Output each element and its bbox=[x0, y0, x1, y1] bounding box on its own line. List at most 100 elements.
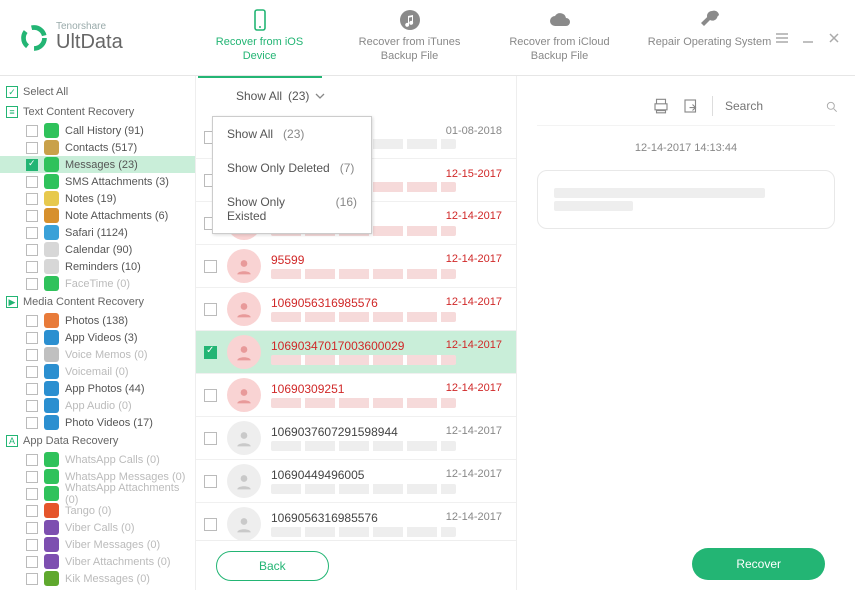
checkbox[interactable] bbox=[26, 244, 38, 256]
sidebar[interactable]: ✓Select All≡Text Content RecoveryCall Hi… bbox=[0, 76, 196, 590]
checkbox[interactable] bbox=[26, 400, 38, 412]
checkbox[interactable] bbox=[26, 573, 38, 585]
checkbox[interactable] bbox=[26, 261, 38, 273]
sidebar-item[interactable]: WhatsApp Calls (0) bbox=[0, 451, 195, 468]
checkbox[interactable] bbox=[204, 432, 217, 445]
checkbox[interactable] bbox=[26, 142, 38, 154]
tab-recover-itunes[interactable]: Recover from iTunes Backup File bbox=[348, 0, 472, 77]
avatar bbox=[227, 421, 261, 455]
sidebar-item[interactable]: App Videos (3) bbox=[0, 329, 195, 346]
sidebar-item[interactable]: Call History (91) bbox=[0, 122, 195, 139]
checkbox[interactable] bbox=[204, 346, 217, 359]
sidebar-item[interactable]: Calendar (90) bbox=[0, 241, 195, 258]
checkbox[interactable] bbox=[26, 278, 38, 290]
checkbox[interactable] bbox=[26, 417, 38, 429]
sidebar-item[interactable]: Photo Videos (17) bbox=[0, 414, 195, 431]
sidebar-item[interactable]: Messages (23) bbox=[0, 156, 195, 173]
filter-option-count: (16) bbox=[336, 195, 357, 223]
print-icon[interactable] bbox=[652, 97, 670, 115]
sidebar-item[interactable]: SMS Attachments (3) bbox=[0, 173, 195, 190]
message-row[interactable]: 106905631698557612-14-2017 bbox=[196, 288, 516, 331]
message-row[interactable]: 1069034701700360002912-14-2017 bbox=[196, 331, 516, 374]
category-icon bbox=[44, 276, 59, 291]
sidebar-item[interactable]: App Audio (0) bbox=[0, 397, 195, 414]
sidebar-item[interactable]: Safari (1124) bbox=[0, 224, 195, 241]
search-icon bbox=[825, 100, 839, 114]
message-row[interactable]: 1069030925112-14-2017 bbox=[196, 374, 516, 417]
category-icon bbox=[44, 330, 59, 345]
checkbox[interactable] bbox=[26, 125, 38, 137]
sidebar-item[interactable]: Note Attachments (6) bbox=[0, 207, 195, 224]
sidebar-item[interactable]: Notes (19) bbox=[0, 190, 195, 207]
checkbox[interactable] bbox=[26, 315, 38, 327]
minimize-button[interactable] bbox=[799, 29, 817, 47]
checkbox[interactable] bbox=[26, 332, 38, 344]
checkbox[interactable] bbox=[26, 505, 38, 517]
checkbox[interactable] bbox=[26, 471, 38, 483]
checkbox[interactable] bbox=[26, 227, 38, 239]
checkbox[interactable] bbox=[26, 383, 38, 395]
checkbox[interactable] bbox=[204, 303, 217, 316]
filter-option[interactable]: Show All(23) bbox=[213, 117, 371, 151]
sidebar-item[interactable]: Viber Attachments (0) bbox=[0, 553, 195, 570]
sidebar-item[interactable]: Contacts (517) bbox=[0, 139, 195, 156]
checkbox[interactable] bbox=[26, 454, 38, 466]
sidebar-item[interactable]: Reminders (10) bbox=[0, 258, 195, 275]
export-icon[interactable] bbox=[682, 97, 700, 115]
group-title: Text Content Recovery bbox=[23, 106, 134, 118]
sidebar-item[interactable]: Kik Messages (0) bbox=[0, 570, 195, 587]
checkbox[interactable] bbox=[204, 475, 217, 488]
checkbox[interactable] bbox=[26, 193, 38, 205]
message-body: 106905631698557612-14-2017 bbox=[271, 296, 502, 322]
category-icon bbox=[44, 415, 59, 430]
message-row[interactable]: 106905631698557612-14-2017 bbox=[196, 503, 516, 540]
sidebar-item-label: Safari (1124) bbox=[65, 227, 128, 239]
sidebar-item[interactable]: Voicemail (0) bbox=[0, 363, 195, 380]
filter-dropdown-button[interactable]: Show All (23) bbox=[236, 89, 325, 103]
message-title: 1069037607291598944 bbox=[271, 425, 398, 439]
search-input[interactable] bbox=[725, 99, 815, 113]
checkbox-icon[interactable]: ✓ bbox=[6, 86, 18, 98]
sidebar-item-label: Kik Messages (0) bbox=[65, 573, 150, 585]
group-title: App Data Recovery bbox=[23, 435, 118, 447]
checkbox[interactable] bbox=[204, 389, 217, 402]
sidebar-item[interactable]: WhatsApp Attachments (0) bbox=[0, 485, 195, 502]
checkbox[interactable] bbox=[26, 210, 38, 222]
filter-option[interactable]: Show Only Deleted(7) bbox=[213, 151, 371, 185]
search-wrap bbox=[725, 99, 835, 113]
minimize-icon bbox=[801, 31, 815, 45]
menu-button[interactable] bbox=[773, 29, 791, 47]
sidebar-item[interactable]: App Photos (44) bbox=[0, 380, 195, 397]
back-button[interactable]: Back bbox=[216, 551, 329, 581]
category-icon bbox=[44, 157, 59, 172]
message-row[interactable]: 9559912-14-2017 bbox=[196, 245, 516, 288]
tab-repair-os[interactable]: Repair Operating System bbox=[648, 0, 772, 77]
sidebar-item[interactable]: Viber Messages (0) bbox=[0, 536, 195, 553]
checkbox[interactable] bbox=[26, 349, 38, 361]
tab-recover-icloud[interactable]: Recover from iCloud Backup File bbox=[498, 0, 622, 77]
checkbox[interactable] bbox=[26, 366, 38, 378]
checkbox[interactable] bbox=[26, 556, 38, 568]
recover-button[interactable]: Recover bbox=[692, 548, 825, 580]
select-all-label[interactable]: Select All bbox=[23, 86, 68, 98]
sidebar-item-label: Viber Attachments (0) bbox=[65, 556, 171, 568]
message-row[interactable]: 106903760729159894412-14-2017 bbox=[196, 417, 516, 460]
sidebar-item[interactable]: FaceTime (0) bbox=[0, 275, 195, 292]
checkbox[interactable] bbox=[26, 176, 38, 188]
checkbox[interactable] bbox=[26, 488, 38, 500]
tab-recover-ios[interactable]: Recover from iOS Device bbox=[198, 0, 322, 77]
close-button[interactable] bbox=[825, 29, 843, 47]
message-row[interactable]: 1069044949600512-14-2017 bbox=[196, 460, 516, 503]
sidebar-item[interactable]: Photos (138) bbox=[0, 312, 195, 329]
category-icon bbox=[44, 225, 59, 240]
checkbox[interactable] bbox=[26, 159, 38, 171]
sidebar-item[interactable]: Viber Calls (0) bbox=[0, 519, 195, 536]
message-preview bbox=[271, 484, 456, 494]
sidebar-item[interactable]: Voice Memos (0) bbox=[0, 346, 195, 363]
checkbox[interactable] bbox=[26, 539, 38, 551]
checkbox[interactable] bbox=[26, 522, 38, 534]
category-icon bbox=[44, 486, 59, 501]
filter-option[interactable]: Show Only Existed(16) bbox=[213, 185, 371, 233]
checkbox[interactable] bbox=[204, 260, 217, 273]
checkbox[interactable] bbox=[204, 518, 217, 531]
